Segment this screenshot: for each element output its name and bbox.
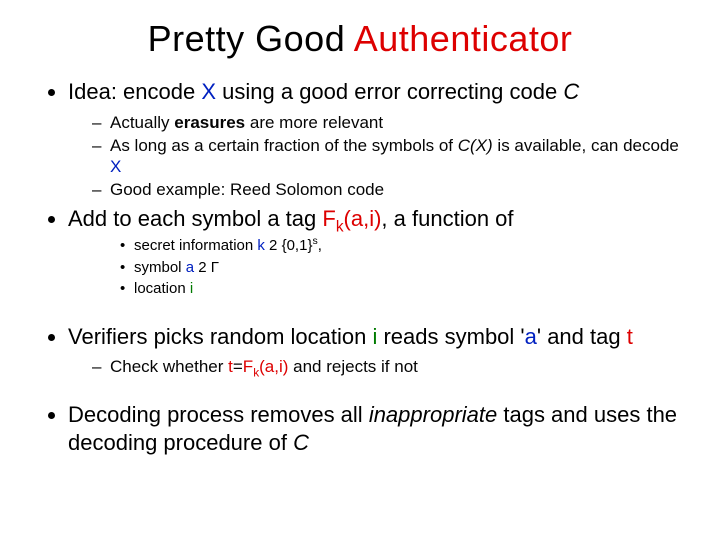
title-part1: Pretty Good <box>148 18 354 59</box>
bullet-verifiers: Verifiers picks random location i reads … <box>68 323 680 378</box>
slide-title: Pretty Good Authenticator <box>40 18 680 60</box>
sub-location-i: location i <box>120 279 680 299</box>
sub-symbol-a: symbol a 2 Γ <box>120 258 680 278</box>
title-authenticator: Authenticator <box>354 18 573 59</box>
var-x: X <box>201 79 216 104</box>
sub-list-verify: Check whether t=Fk(a,i) and rejects if n… <box>68 356 680 377</box>
bullet-add-tag: Add to each symbol a tag Fk(a,i), a func… <box>68 205 680 299</box>
bullet-decoding: Decoding process removes all inappropria… <box>68 401 680 456</box>
sub-check: Check whether t=Fk(a,i) and rejects if n… <box>92 356 680 377</box>
bullet-list: Idea: encode X using a good error correc… <box>40 78 680 456</box>
sub-fraction: As long as a certain fraction of the sym… <box>92 135 680 178</box>
sub-secret-k: secret information k 2 {0,1}s, <box>120 236 680 256</box>
sub-reed-solomon: Good example: Reed Solomon code <box>92 179 680 200</box>
sub-list-tag: secret information k 2 {0,1}s, symbol a … <box>68 236 680 299</box>
slide: Pretty Good Authenticator Idea: encode X… <box>0 0 720 540</box>
tag-fk: Fk(a,i) <box>322 206 381 231</box>
sub-list-idea: Actually erasures are more relevant As l… <box>68 112 680 201</box>
code-c: C <box>563 79 579 104</box>
sub-erasures: Actually erasures are more relevant <box>92 112 680 133</box>
bullet-idea: Idea: encode X using a good error correc… <box>68 78 680 201</box>
